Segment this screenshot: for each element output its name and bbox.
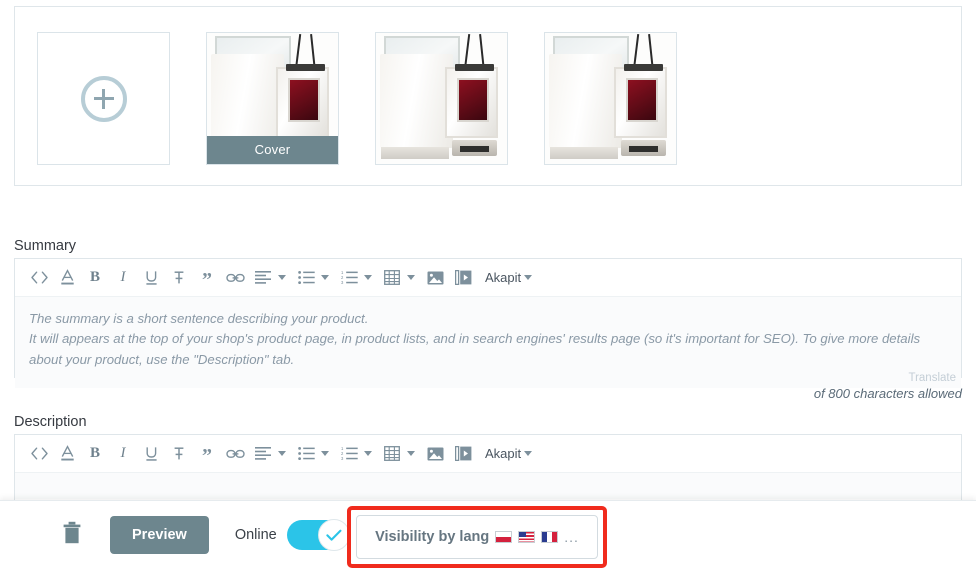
link-icon[interactable] [221,439,249,469]
table-icon[interactable] [378,439,406,469]
more-languages-label: ... [564,529,579,545]
numbered-list-icon[interactable]: 123 [335,439,363,469]
numbered-list-icon[interactable]: 123 [335,263,363,293]
flag-us-icon [518,531,536,543]
video-icon[interactable] [449,263,477,293]
toggle-knob [317,519,350,551]
align-icon[interactable] [249,439,277,469]
underline-icon[interactable] [137,263,165,293]
add-image-tile[interactable] [37,32,170,165]
summary-placeholder-line1: The summary is a short sentence describi… [29,311,369,326]
cover-badge: Cover [207,136,338,164]
bold-icon[interactable]: B [81,263,109,293]
italic-icon[interactable]: I [109,439,137,469]
bullet-list-icon[interactable] [292,439,320,469]
image-gallery-panel: Cover [14,6,962,186]
align-icon[interactable] [249,263,277,293]
video-icon[interactable] [449,439,477,469]
align-chevron-down-icon[interactable] [278,451,286,456]
source-code-icon[interactable] [25,439,53,469]
summary-editor: B I ” 123 Akapit The summary is a short … [14,258,962,389]
summary-editor-body[interactable]: The summary is a short sentence describi… [15,297,961,389]
visibility-highlight-box: Visibility by lang ... [347,506,607,568]
image-icon[interactable] [421,439,449,469]
product-edit-page: Cover Summary B I ” 1 2 3 Akapit The sum… [0,0,976,569]
bullet-list-chevron-down-icon[interactable] [321,275,329,280]
strikethrough-icon[interactable] [165,263,193,293]
flag-pl-icon [495,531,513,543]
table-chevron-down-icon[interactable] [407,451,415,456]
align-chevron-down-icon[interactable] [278,275,286,280]
flag-fr-icon [541,531,559,543]
delete-icon[interactable] [62,521,82,550]
text-color-icon[interactable] [53,439,81,469]
table-chevron-down-icon[interactable] [407,275,415,280]
bullet-list-icon[interactable] [292,263,320,293]
summary-placeholder-line2: It will appears at the top of your shop'… [29,331,921,367]
plus-icon [80,75,127,122]
window-profile-image-3 [545,33,676,164]
window-profile-image-2 [376,33,507,164]
character-count: of 800 characters allowed [813,386,962,401]
summary-label: Summary [14,238,77,254]
underline-icon[interactable] [137,439,165,469]
thumbnail-3[interactable] [544,32,677,165]
visibility-by-lang-button[interactable]: Visibility by lang ... [356,515,598,559]
bold-icon[interactable]: B [81,439,109,469]
preview-button[interactable]: Preview [110,516,209,554]
online-label: Online [234,527,277,543]
table-icon[interactable] [378,263,406,293]
italic-icon[interactable]: I [109,263,137,293]
translate-link[interactable]: Translate [908,372,956,384]
summary-toolbar: B I ” 123 Akapit [15,259,961,297]
quote-icon[interactable]: ” [193,439,221,469]
thumbnail-cover[interactable]: Cover [206,32,339,165]
thumbnail-2[interactable] [375,32,508,165]
description-editor-body[interactable] [15,473,961,499]
online-toggle[interactable] [286,519,350,551]
paragraph-chevron-down-icon[interactable] [524,275,533,280]
description-label: Description [14,414,87,430]
thumbnail-row: Cover [15,7,961,165]
bullet-list-chevron-down-icon[interactable] [321,451,329,456]
strikethrough-icon[interactable] [165,439,193,469]
source-code-icon[interactable] [25,263,53,293]
check-icon [326,529,342,541]
description-toolbar: B I ” 123 Akapit [15,435,961,473]
link-icon[interactable] [221,263,249,293]
image-icon[interactable] [421,263,449,293]
numbered-list-chevron-down-icon[interactable] [364,275,372,280]
paragraph-chevron-down-icon[interactable] [524,451,533,456]
quote-icon[interactable]: ” [193,263,221,293]
svg-text:3: 3 [341,280,344,284]
description-editor: B I ” 123 Akapit [14,434,962,500]
svg-text:3: 3 [341,456,344,460]
paragraph-style-label[interactable]: Akapit [477,439,523,469]
text-color-icon[interactable] [53,263,81,293]
paragraph-style-label[interactable]: Akapit [477,263,523,293]
numbered-list-chevron-down-icon[interactable] [364,451,372,456]
visibility-by-lang-label: Visibility by lang [375,529,490,545]
